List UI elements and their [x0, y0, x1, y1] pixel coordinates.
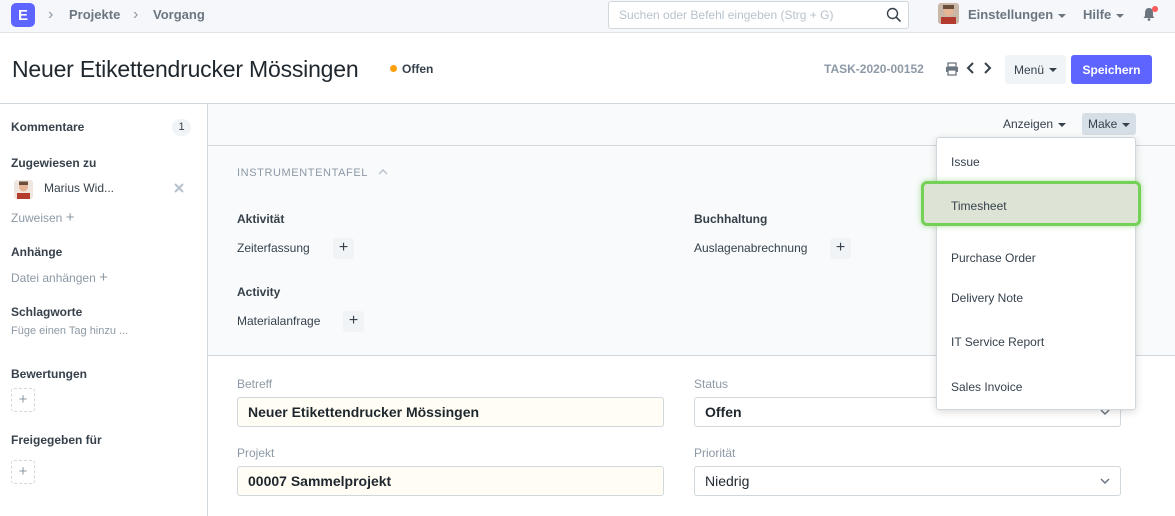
save-button[interactable]: Speichern — [1071, 55, 1152, 84]
navbar: E › Projekte › Vorgang Einstellungen Hil… — [0, 0, 1175, 33]
sidebar-ratings-label: Bewertungen — [11, 367, 88, 381]
show-label: Anzeigen — [1003, 117, 1054, 131]
search-icon[interactable] — [886, 7, 902, 23]
make-dropdown-button[interactable]: Make — [1082, 113, 1137, 135]
menu-button[interactable]: Menü — [1005, 55, 1066, 84]
show-dropdown-button[interactable]: Anzeigen — [997, 113, 1072, 135]
plus-icon: + — [99, 269, 108, 286]
breadcrumb-separator-icon: › — [133, 6, 139, 23]
chevron-right-icon[interactable] — [982, 61, 992, 75]
remove-assignee-close-icon[interactable] — [174, 183, 184, 193]
search-input[interactable] — [609, 2, 874, 28]
breadcrumb-vorgang[interactable]: Vorgang — [153, 7, 205, 22]
chevron-left-icon[interactable] — [966, 61, 976, 75]
menu-item-timesheet[interactable]: Timesheet — [951, 199, 1007, 213]
group-title-activity: Activity — [237, 285, 281, 299]
comments-count-badge: 1 — [172, 119, 191, 136]
sidebar-attachments-label: Anhänge — [11, 245, 63, 259]
assignee-avatar — [14, 180, 33, 199]
menu-item-purchase-order[interactable]: Purchase Order — [951, 251, 1036, 265]
add-rating-button[interactable]: + — [11, 388, 35, 412]
project-field[interactable]: 00007 Sammelprojekt — [237, 466, 664, 496]
add-share-button[interactable]: + — [11, 460, 35, 484]
page-title: Neuer Etikettendrucker Mössingen — [12, 56, 359, 82]
group-title-buchhaltung: Buchhaltung — [694, 212, 768, 226]
chevron-down-icon — [1100, 478, 1110, 485]
plus-icon: + — [65, 209, 75, 226]
link-materialanfrage[interactable]: Materialanfrage — [237, 314, 320, 328]
subject-label: Betreff — [237, 377, 273, 391]
help-dropdown[interactable]: Hilfe — [1083, 7, 1125, 22]
chevron-down-icon — [1116, 13, 1125, 18]
subject-field[interactable]: Neuer Etikettendrucker Mössingen — [237, 397, 664, 427]
chevron-up-icon[interactable] — [378, 168, 388, 176]
search-bar — [608, 1, 909, 29]
add-tag-input[interactable]: Füge einen Tag hinzu ... — [11, 325, 128, 337]
add-zeiterfassung-plus-icon[interactable]: + — [333, 238, 354, 259]
assignee-name[interactable]: Marius Wid... — [44, 181, 114, 195]
menu-item-sales-invoice[interactable]: Sales Invoice — [951, 380, 1022, 394]
settings-label: Einstellungen — [968, 7, 1054, 22]
chevron-down-icon — [1058, 13, 1067, 18]
project-label: Projekt — [237, 446, 275, 460]
make-label: Make — [1088, 117, 1118, 131]
chevron-down-icon — [1058, 122, 1067, 127]
user-avatar[interactable] — [938, 3, 959, 24]
menu-item-it-service-report[interactable]: IT Service Report — [951, 335, 1044, 349]
sidebar-comments-label[interactable]: Kommentare — [11, 120, 84, 134]
status-indicator: Offen — [390, 62, 433, 76]
priority-select-value: Niedrig — [705, 473, 750, 489]
priority-label: Priorität — [694, 446, 736, 460]
breadcrumb-separator-icon: › — [48, 6, 54, 23]
attach-file-label: Datei anhängen — [11, 271, 96, 285]
notification-dot — [1152, 6, 1158, 12]
menu-button-label: Menü — [1013, 62, 1045, 77]
link-auslagenabrechnung[interactable]: Auslagenabrechnung — [694, 241, 807, 255]
add-materialanfrage-plus-icon[interactable]: + — [343, 311, 364, 332]
link-zeiterfassung[interactable]: Zeiterfassung — [237, 241, 310, 255]
assign-link[interactable]: Zuweisen + — [11, 209, 74, 226]
priority-select[interactable]: Niedrig — [694, 466, 1121, 496]
status-label: Status — [694, 377, 729, 391]
dashboard-title[interactable]: INSTRUMENTENTAFEL — [237, 167, 368, 179]
status-dot-icon — [390, 65, 397, 72]
sidebar-assigned-label: Zugewiesen zu — [11, 156, 97, 170]
document-name: TASK-2020-00152 — [824, 62, 924, 76]
make-dropdown-menu: Issue Purchase Order Delivery Note IT Se… — [936, 137, 1136, 410]
chevron-down-icon — [1049, 68, 1058, 73]
help-label: Hilfe — [1083, 7, 1112, 22]
sidebar-tags-label: Schlagworte — [11, 305, 83, 319]
menu-item-issue[interactable]: Issue — [951, 155, 980, 169]
add-auslagenabrechnung-plus-icon[interactable]: + — [830, 238, 851, 259]
breadcrumb-projekte[interactable]: Projekte — [69, 7, 120, 22]
assign-link-label: Zuweisen — [11, 211, 63, 225]
status-label: Offen — [402, 62, 434, 76]
attach-file-link[interactable]: Datei anhängen + — [11, 269, 108, 286]
menu-item-delivery-note[interactable]: Delivery Note — [951, 291, 1023, 305]
sidebar-shared-label: Freigegeben für — [11, 433, 102, 447]
app-logo[interactable]: E — [11, 3, 35, 27]
group-title-aktivitaet: Aktivität — [237, 212, 285, 226]
chevron-down-icon — [1122, 122, 1131, 127]
print-icon[interactable] — [945, 62, 959, 76]
settings-dropdown[interactable]: Einstellungen — [968, 7, 1067, 22]
status-select-value: Offen — [705, 404, 742, 420]
